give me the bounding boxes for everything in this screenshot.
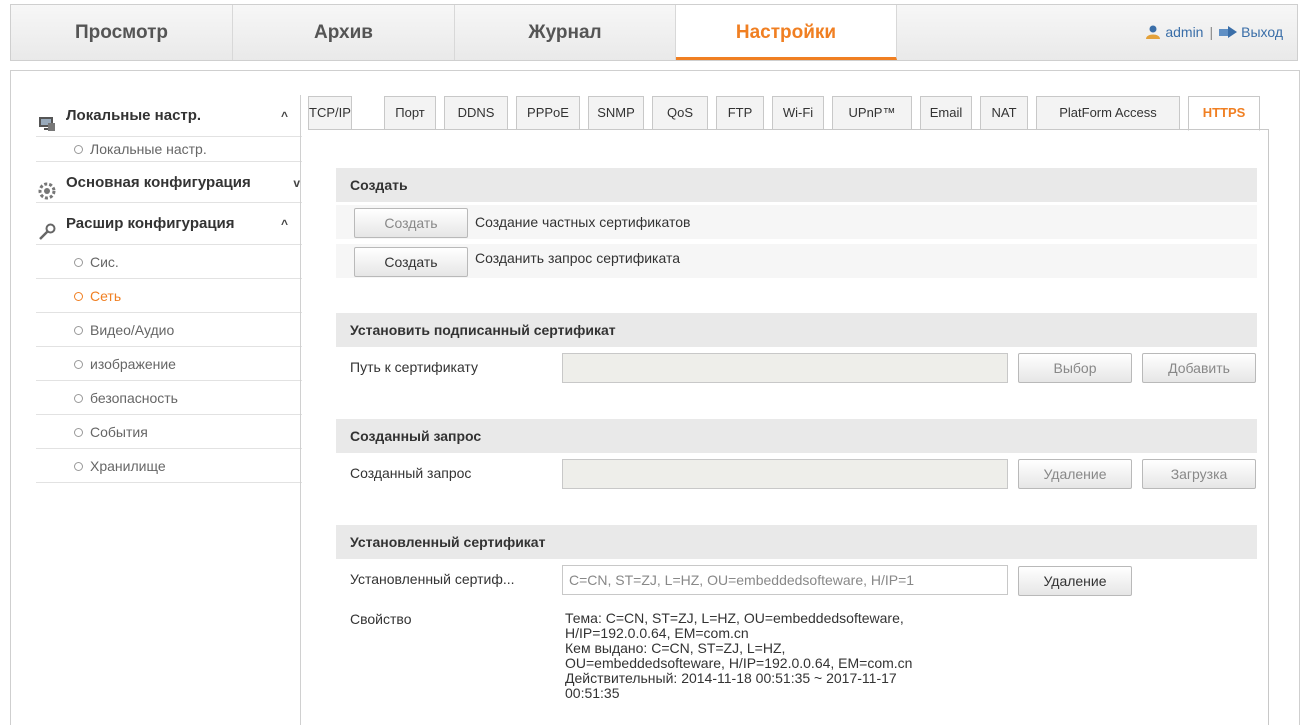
sidebar-item-label: изображение [90,356,176,372]
tab-port[interactable]: Порт [384,96,436,130]
delete-request-button[interactable]: Удаление [1018,459,1132,489]
tab-upnp[interactable]: UPnP™ [832,96,912,130]
property-line: OU=embeddedsofteware, H/IP=192.0.0.64, E… [565,655,913,671]
sidebar-item-network[interactable]: Сеть [36,279,302,313]
cert-path-field[interactable] [562,353,1008,383]
sidebar-item-security[interactable]: безопасность [36,381,302,415]
chevron-up-icon[interactable]: ^ [281,203,288,245]
sidebar-item-label: безопасность [90,390,178,406]
cert-path-label: Путь к сертификату [350,359,478,375]
section-installed-title: Установленный сертификат [336,525,1257,559]
tab-ftp[interactable]: FTP [716,96,764,130]
browse-button[interactable]: Выбор [1018,353,1132,383]
property-line: Кем выдано: C=CN, ST=ZJ, L=HZ, [565,640,786,656]
sidebar-divider [300,95,301,725]
bullet-icon [74,145,83,154]
download-request-button[interactable]: Загрузка [1142,459,1256,489]
installed-cert-label: Установленный сертиф... [350,571,515,587]
bullet-icon [74,428,83,437]
installed-cert-field: C=CN, ST=ZJ, L=HZ, OU=embeddedsofteware,… [562,565,1008,595]
section-create-title: Создать [336,168,1257,202]
tab-nat[interactable]: NAT [980,96,1028,130]
add-button[interactable]: Добавить [1142,353,1256,383]
sidebar-item-label: Сеть [90,288,122,304]
sidebar-group-label: Расшир конфигурация [66,215,235,232]
monitor-icon [38,108,56,131]
sidebar-item-system[interactable]: Сис. [36,245,302,279]
username: admin [1165,24,1204,40]
section-install-signed-title: Установить подписанный сертификат [336,313,1257,347]
section-created-request-title: Созданный запрос [336,419,1257,453]
tab-live-view[interactable]: Просмотр [11,5,233,60]
property-label: Свойство [350,611,412,627]
create-cert-request-button[interactable]: Создать [354,247,468,277]
create-cert-request-label: Созданить запрос сертификата [475,250,680,266]
bullet-icon [74,258,83,267]
sidebar-group-basic[interactable]: Основная конфигурация v [36,161,302,203]
tab-qos[interactable]: QoS [652,96,708,130]
delete-installed-cert-button[interactable]: Удаление [1018,566,1132,596]
tab-platform-access[interactable]: PlatForm Access [1036,96,1180,130]
tab-wifi[interactable]: Wi-Fi [772,96,824,130]
user-icon [1146,7,1161,39]
property-line: 00:51:35 [565,685,620,701]
content-border [1268,129,1269,725]
sidebar-item-label: Видео/Аудио [90,322,175,338]
created-request-label: Созданный запрос [350,465,472,481]
tab-configuration[interactable]: Настройки [676,5,897,60]
tab-https[interactable]: HTTPS [1188,96,1260,131]
tab-email[interactable]: Email [920,96,972,130]
bullet-icon [74,360,83,369]
created-request-field [562,459,1008,489]
tab-log[interactable]: Журнал [455,5,676,60]
top-navigation: Просмотр Архив Журнал Настройки admin | В… [10,4,1298,61]
sidebar-item-events[interactable]: События [36,415,302,449]
sidebar-item-label: Сис. [90,254,119,270]
tab-ddns[interactable]: DDNS [444,96,508,130]
sidebar-group-label: Локальные настр. [66,107,202,124]
property-line: Действительный: 2014-11-18 00:51:35 ~ 20… [565,670,897,686]
create-private-cert-button[interactable]: Создать [354,208,468,238]
logout-icon [1219,6,1238,38]
logout-link[interactable]: Выход [1241,24,1283,40]
bullet-icon [74,462,83,471]
bullet-icon [74,292,83,301]
sidebar-item-video-audio[interactable]: Видео/Аудио [36,313,302,347]
gear-icon [38,175,56,200]
bullet-icon [74,326,83,335]
property-line: Тема: C=CN, ST=ZJ, L=HZ, OU=embeddedsoft… [565,610,904,626]
create-private-cert-label: Создание частных сертификатов [475,214,691,230]
sidebar-item-storage[interactable]: Хранилище [36,449,302,483]
sidebar-group-advanced[interactable]: Расшир конфигурация ^ [36,203,302,245]
property-line: H/IP=192.0.0.64, EM=com.cn [565,625,749,641]
sidebar-item-label: Локальные настр. [90,141,207,157]
bullet-icon [74,394,83,403]
sidebar-item-label: События [90,424,148,440]
sidebar-group-local[interactable]: Локальные настр. ^ [36,95,302,137]
tab-playback[interactable]: Архив [233,5,455,60]
sidebar-item-image[interactable]: изображение [36,347,302,381]
user-area: admin | Выход [1146,5,1283,60]
chevron-down-icon[interactable]: v [293,162,300,204]
tab-baseline [308,129,1268,130]
tab-pppoe[interactable]: PPPoE [516,96,580,130]
tab-snmp[interactable]: SNMP [588,96,644,130]
tab-tcpip[interactable]: TCP/IP [308,96,352,130]
user-separator: | [1209,24,1214,40]
sidebar: Локальные настр. ^ Локальные настр. Осно… [36,95,302,483]
sidebar-item-local[interactable]: Локальные настр. [36,137,302,161]
certificate-properties: Тема: C=CN, ST=ZJ, L=HZ, OU=embeddedsoft… [565,611,912,701]
sidebar-item-label: Хранилище [90,458,166,474]
chevron-up-icon[interactable]: ^ [281,95,288,137]
sidebar-group-label: Основная конфигурация [66,174,251,191]
wrench-icon [38,216,56,240]
